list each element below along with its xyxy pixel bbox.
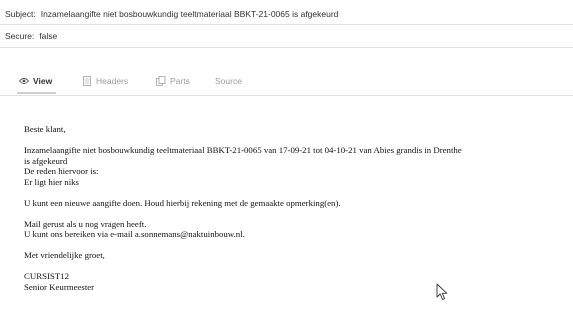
tab-source[interactable]: Source — [215, 70, 242, 92]
tab-parts[interactable]: Parts — [156, 70, 190, 92]
secure-value: false — [39, 31, 58, 41]
document-icon — [82, 76, 92, 86]
subject-label: Subject: — [5, 9, 36, 19]
mouse-cursor-icon — [436, 283, 448, 300]
copy-icon — [156, 76, 166, 86]
signature-title: Senior Keurmeester — [24, 281, 95, 292]
subject-value: Inzamelaangifte niet bosbouwkundig teelt… — [40, 9, 339, 19]
divider — [0, 24, 573, 25]
tab-parts-label: Parts — [170, 76, 190, 86]
tab-headers[interactable]: Headers — [82, 70, 128, 92]
body-line: U kunt een nieuwe aangifte doen. Houd hi… — [24, 197, 341, 208]
tab-view-label: View — [33, 76, 53, 86]
signature-name: CURSIST12 — [24, 271, 69, 281]
secure-row: Secure: false — [0, 30, 573, 46]
divider — [0, 95, 573, 96]
message-body: Beste klant, Inzamelaangifte niet bosbou… — [24, 124, 569, 292]
body-line: Er ligt hier niks — [24, 176, 79, 187]
eye-icon — [19, 76, 29, 86]
tab-source-label: Source — [215, 76, 242, 86]
body-line: Mail gerust als u nog vragen heeft. — [24, 218, 147, 229]
tab-headers-label: Headers — [96, 76, 129, 86]
body-line: Inzamelaangifte niet bosbouwkundig teelt… — [24, 145, 462, 155]
body-line: U kunt ons bereiken via e-mail a.sonnema… — [24, 229, 245, 239]
body-line: is afgekeurd — [24, 155, 68, 166]
greeting: Beste klant, — [24, 124, 66, 134]
tab-bar: View Headers Parts Source — [0, 70, 573, 94]
closing: Met vriendelijke groet, — [24, 250, 105, 260]
body-line: De reden hiervoor is: — [24, 166, 99, 176]
subject-row: Subject: Inzamelaangifte niet bosbouwkund… — [0, 8, 573, 24]
secure-label: Secure: — [5, 31, 35, 41]
divider — [0, 47, 573, 48]
tab-view[interactable]: View — [16, 70, 57, 94]
